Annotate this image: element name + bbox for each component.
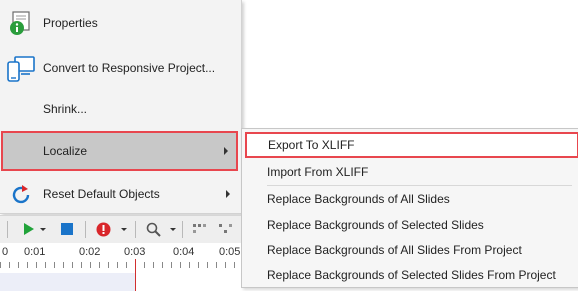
- tick-label: 0:04: [173, 246, 195, 258]
- reset-icon: [6, 179, 36, 209]
- submenu-item-label: Replace Backgrounds of All Slides: [267, 192, 450, 206]
- submenu-arrow-icon: [224, 147, 228, 155]
- menu-item-label: Properties: [43, 16, 98, 30]
- align-icon[interactable]: [192, 222, 208, 239]
- info-icon: [6, 8, 36, 38]
- menu-item-label: Shrink...: [43, 102, 88, 116]
- playhead[interactable]: [135, 259, 136, 291]
- timeline-ruler[interactable]: 0 0:01 0:02 0:03 0:04 0:05: [0, 243, 241, 273]
- tick-label: 0:05: [219, 246, 241, 258]
- submenu-item-replace-bg-selected-project[interactable]: Replace Backgrounds of Selected Slides F…: [242, 262, 578, 288]
- localize-submenu: Export To XLIFF Import From XLIFF Replac…: [241, 128, 578, 288]
- tick-label: 0: [2, 246, 9, 258]
- submenu-arrow-icon: [226, 190, 230, 198]
- toolbar-separator: [135, 221, 136, 238]
- submenu-item-label: Replace Backgrounds of All Slides From P…: [267, 243, 522, 257]
- context-menu: Properties Convert to Responsive Project…: [0, 0, 242, 214]
- tick-label: 0:01: [24, 246, 46, 258]
- submenu-item-label: Replace Backgrounds of Selected Slides: [267, 218, 484, 232]
- tick-label: 0:02: [79, 246, 101, 258]
- submenu-item-import-xliff[interactable]: Import From XLIFF: [242, 159, 578, 185]
- record-dropdown-icon[interactable]: [121, 228, 127, 231]
- menu-item-convert-responsive[interactable]: Convert to Responsive Project...: [0, 47, 240, 89]
- menu-item-localize[interactable]: Localize: [1, 131, 238, 171]
- stop-icon[interactable]: [60, 222, 74, 239]
- ruler-ticks: [0, 262, 241, 268]
- menu-item-label: Convert to Responsive Project...: [43, 61, 216, 75]
- zoom-icon[interactable]: [146, 222, 161, 240]
- record-icon[interactable]: [96, 222, 111, 240]
- responsive-devices-icon: [6, 53, 36, 83]
- timeline-track[interactable]: [0, 273, 135, 291]
- menu-item-shrink[interactable]: Shrink...: [0, 88, 240, 130]
- toolbar-separator: [85, 221, 86, 238]
- timeline-toolbar: [0, 215, 241, 243]
- submenu-item-label: Export To XLIFF: [268, 138, 355, 152]
- menu-item-properties[interactable]: Properties: [0, 2, 240, 44]
- menu-item-label: Reset Default Objects: [43, 187, 160, 201]
- submenu-item-label: Import From XLIFF: [267, 165, 369, 179]
- submenu-item-export-xliff[interactable]: Export To XLIFF: [245, 132, 578, 158]
- submenu-item-replace-bg-selected[interactable]: Replace Backgrounds of Selected Slides: [242, 212, 578, 238]
- zoom-dropdown-icon[interactable]: [170, 228, 176, 231]
- tick-label: 0:03: [124, 246, 146, 258]
- menu-item-label: Localize: [43, 144, 88, 158]
- submenu-item-replace-bg-all-project[interactable]: Replace Backgrounds of All Slides From P…: [242, 237, 578, 263]
- menu-item-reset-default-objects[interactable]: Reset Default Objects: [0, 173, 240, 215]
- play-dropdown-icon[interactable]: [40, 228, 46, 231]
- toolbar-separator: [182, 221, 183, 238]
- toolbar-separator: [7, 221, 8, 238]
- play-icon[interactable]: [22, 222, 36, 239]
- submenu-item-label: Replace Backgrounds of Selected Slides F…: [267, 268, 556, 282]
- distribute-icon[interactable]: [218, 222, 234, 239]
- submenu-item-replace-bg-all[interactable]: Replace Backgrounds of All Slides: [242, 186, 578, 212]
